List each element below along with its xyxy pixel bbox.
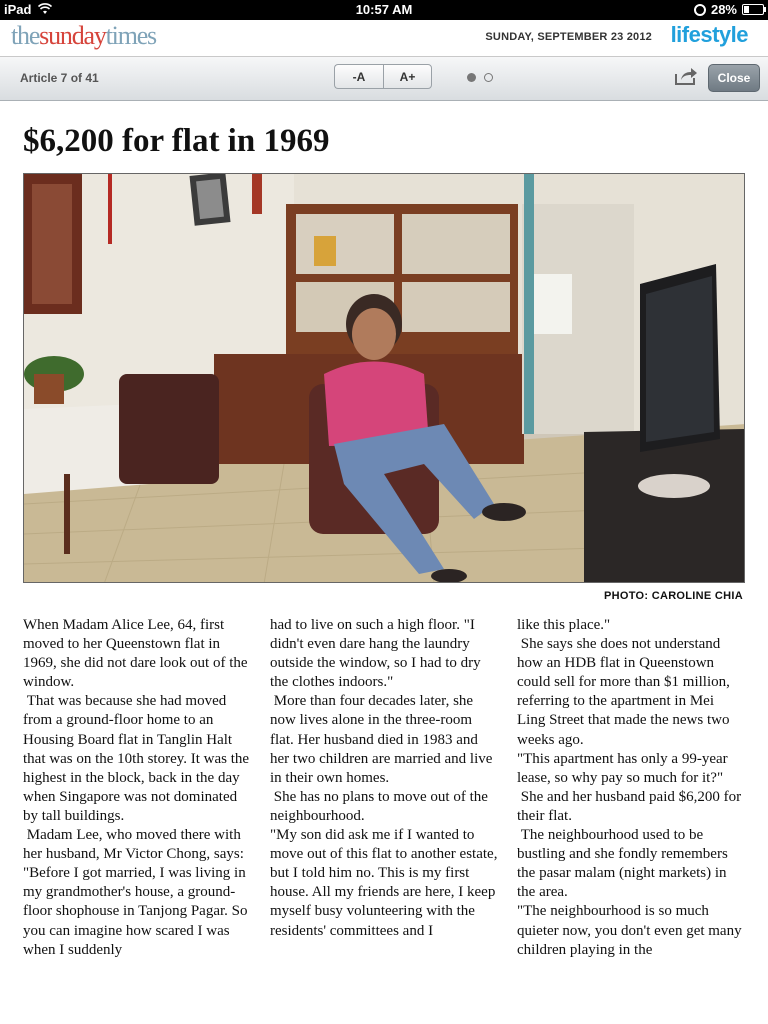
paragraph: "This apartment has only a 99-year lease… (517, 750, 728, 786)
paragraph: The neighbourhood used to be bustling an… (517, 827, 728, 901)
logo-sunday: sunday (39, 21, 107, 50)
page-dot[interactable] (467, 73, 476, 82)
paragraph: like this place." (517, 617, 611, 633)
clock: 10:57 AM (355, 2, 413, 17)
paragraph: When Madam Alice Lee, 64, first moved to… (23, 617, 248, 691)
article-column-1: When Madam Alice Lee, 64, first moved to… (23, 616, 251, 960)
paragraph: That was because she had moved from a gr… (23, 693, 250, 824)
paragraph: Madam Lee, who moved there with her husb… (23, 827, 248, 958)
increase-text-button[interactable]: A+ (383, 64, 432, 89)
article-photo (23, 173, 745, 583)
paragraph: She has no plans to move out of the neig… (270, 788, 488, 824)
text-size-controls: -A A+ (334, 64, 432, 89)
battery-fill (744, 6, 749, 13)
share-icon[interactable] (674, 66, 698, 86)
page-dot[interactable] (484, 73, 493, 82)
battery-icon (742, 4, 766, 15)
article-counter: Article 7 of 41 (20, 71, 99, 85)
paragraph: "The neighbourhood is so much quieter no… (517, 903, 742, 958)
paragraph: She and her husband paid $6,200 for thei… (517, 788, 742, 824)
page-indicator[interactable] (467, 73, 493, 82)
paragraph: More than four decades later, she now li… (270, 693, 493, 786)
photo-credit: PHOTO: CAROLINE CHIA (603, 590, 743, 602)
article-headline: $6,200 for flat in 1969 (23, 123, 330, 159)
issue-date: SUNDAY, SEPTEMBER 23 2012 (485, 31, 652, 43)
status-bar: iPad 10:57 AM 28% (0, 0, 768, 20)
article-column-2: had to live on such a high floor. "I did… (270, 616, 498, 941)
paragraph: had to live on such a high floor. "I did… (270, 617, 481, 691)
paragraph: She says she does not understand how an … (517, 636, 730, 748)
rotation-lock-icon (693, 3, 706, 16)
section-name: lifestyle (670, 22, 749, 47)
logo-times: times (105, 21, 158, 50)
article-toolbar: Article 7 of 41 -A A+ Close (0, 57, 768, 101)
decrease-text-button[interactable]: -A (334, 64, 383, 89)
masthead: thesundaytimes SUNDAY, SEPTEMBER 23 2012… (0, 20, 768, 57)
paragraph: "My son did ask me if I wanted to move o… (270, 827, 498, 939)
logo-the: the (11, 21, 40, 50)
newspaper-logo: thesundaytimes (11, 21, 158, 51)
battery-percent: 28% (710, 2, 737, 17)
photo-illustration (24, 174, 744, 582)
article-column-3: like this place." She says she does not … (517, 616, 745, 960)
close-button[interactable]: Close (708, 64, 760, 92)
